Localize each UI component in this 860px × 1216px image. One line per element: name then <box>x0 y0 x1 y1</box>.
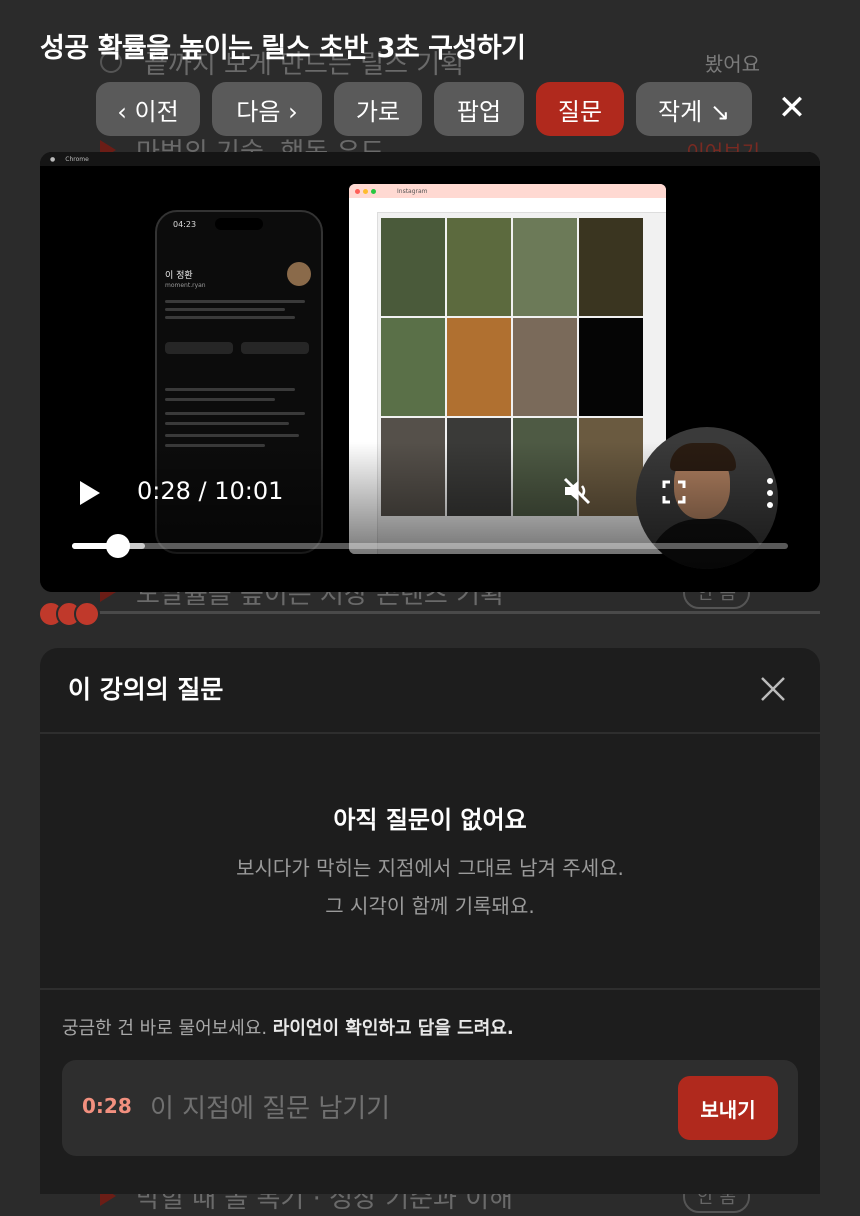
browser-tabbar: Instagram <box>349 184 666 198</box>
question-button[interactable]: 질문 <box>536 82 624 136</box>
grid-tile <box>579 318 643 416</box>
browser-address-bar <box>349 198 666 213</box>
grid-tile <box>579 218 643 316</box>
close-icon[interactable] <box>758 674 788 704</box>
mute-icon[interactable] <box>560 474 594 508</box>
text-line <box>165 308 285 311</box>
grid-tile <box>447 218 511 316</box>
window-dot <box>363 188 368 194</box>
panel-title: 이 강의의 질문 <box>68 675 224 704</box>
grid-tile <box>381 218 445 316</box>
empty-state-description: 그 시각이 함께 기록돼요. <box>325 894 535 918</box>
phone-island <box>215 218 263 230</box>
grid-tile <box>513 318 577 416</box>
controls-shade <box>40 442 820 592</box>
empty-state-description: 보시다가 막히는 지점에서 그대로 남겨 주세요. <box>236 856 624 880</box>
text-line <box>165 316 295 319</box>
empty-state-title: 아직 질문이 없어요 <box>333 806 527 834</box>
browser-tab-title: Instagram <box>397 187 428 195</box>
question-prompt: 궁금한 건 바로 물어보세요. 라이언이 확인하고 답을 드려요. <box>62 1014 514 1040</box>
text-line <box>165 300 305 303</box>
question-input[interactable] <box>148 1086 652 1132</box>
text-line <box>165 398 275 401</box>
more-dot <box>767 502 773 508</box>
panel-header: 이 강의의 질문 <box>40 648 820 734</box>
menubar-app: Chrome <box>65 155 89 163</box>
send-button[interactable]: 보내기 <box>678 1076 778 1140</box>
more-dot <box>767 478 773 484</box>
profile-button <box>165 342 233 354</box>
more-icon[interactable] <box>766 478 774 508</box>
question-panel: 이 강의의 질문 아직 질문이 없어요 보시다가 막히는 지점에서 그대로 남겨… <box>40 648 820 1194</box>
viewer-avatars <box>38 601 100 627</box>
window-dot <box>371 188 376 194</box>
text-line <box>165 434 299 437</box>
timestamp-label: 0:28 <box>82 1094 132 1118</box>
play-icon[interactable] <box>80 481 100 505</box>
close-icon[interactable]: ✕ <box>772 88 812 128</box>
text-line <box>165 422 289 425</box>
more-dot <box>767 490 773 496</box>
seek-bar[interactable] <box>72 534 788 558</box>
window-dot <box>355 188 360 194</box>
course-progress-track <box>40 611 820 614</box>
video-player[interactable]: ● Chrome 04:23 이 정환 moment.ryan Instagra… <box>40 152 820 592</box>
apple-icon: ● <box>50 155 56 163</box>
phone-time: 04:23 <box>173 220 197 229</box>
popup-button[interactable]: 팝업 <box>434 82 524 136</box>
minimize-button[interactable]: 작게 ↘ <box>636 82 752 136</box>
next-button[interactable]: 다음 › <box>212 82 322 136</box>
video-screen-menubar: ● Chrome <box>40 152 820 166</box>
landscape-button[interactable]: 가로 <box>334 82 422 136</box>
prompt-emphasis: 라이언이 확인하고 답을 드려요. <box>272 1018 514 1039</box>
text-line <box>165 388 295 391</box>
profile-button <box>241 342 309 354</box>
question-composer: 0:28 보내기 <box>62 1060 798 1156</box>
prev-button[interactable]: ‹ 이전 <box>96 82 200 136</box>
grid-tile <box>513 218 577 316</box>
profile-handle: moment.ryan <box>165 282 206 289</box>
divider <box>40 988 820 990</box>
grid-tile <box>381 318 445 416</box>
avatar <box>287 262 311 286</box>
seek-handle[interactable] <box>105 534 130 558</box>
profile-name: 이 정환 <box>165 271 193 281</box>
player-toolbar: ‹ 이전 다음 › 가로 팝업 질문 작게 ↘ <box>96 82 752 136</box>
text-line <box>165 412 305 415</box>
video-time: 0:28 / 10:01 <box>137 477 284 505</box>
avatar <box>74 601 100 627</box>
page-title: 성공 확률을 높이는 릴스 초반 3초 구성하기 <box>40 33 526 64</box>
grid-tile <box>447 318 511 416</box>
fullscreen-icon[interactable] <box>662 480 686 504</box>
lesson-status: 봤어요 <box>704 51 760 76</box>
prompt-text: 궁금한 건 바로 물어보세요. <box>62 1018 268 1039</box>
